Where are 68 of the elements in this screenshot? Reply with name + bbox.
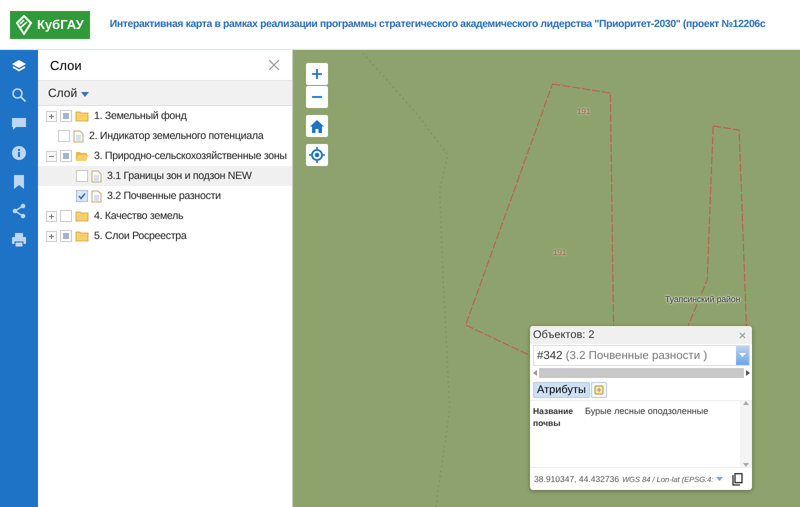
coordinates-text: 38.910347, 44.432736: [534, 474, 620, 484]
document-icon: [91, 170, 102, 182]
open-folder-icon: [75, 150, 89, 162]
tree-row[interactable]: 3.2 Почвенные разности: [38, 186, 292, 206]
parcel-label: 191: [553, 248, 566, 257]
checkbox[interactable]: [76, 190, 88, 202]
plus-icon: [311, 68, 323, 80]
checkbox[interactable]: [60, 230, 72, 242]
zoom-out-button[interactable]: [306, 86, 328, 108]
document-icon: [91, 190, 102, 202]
parcel-label: 191: [577, 107, 590, 116]
close-button[interactable]: [266, 57, 282, 73]
checkbox[interactable]: [60, 210, 72, 222]
close-icon: [268, 59, 280, 71]
expand-icon[interactable]: [46, 230, 57, 242]
bookmark-icon[interactable]: [11, 174, 27, 190]
tree-row[interactable]: 2. Индикатор земельного потенциала: [38, 126, 292, 146]
panel-title: Слои: [50, 58, 82, 72]
attribute-name: Название почвы: [533, 406, 574, 430]
folder-icon: [75, 110, 89, 122]
district-label: Туапсинский район: [665, 294, 740, 304]
caret-icon: [80, 92, 89, 97]
object-select[interactable]: #342 (3.2 Почвенные разности ): [533, 345, 750, 366]
popup-title: Объектов: 2: [533, 329, 595, 341]
layer-dropdown[interactable]: Слой: [48, 86, 89, 100]
checkbox[interactable]: [60, 150, 72, 162]
print-icon[interactable]: [11, 232, 27, 248]
layers-icon[interactable]: [11, 58, 27, 74]
expand-icon[interactable]: [46, 110, 57, 122]
page-title: Интерактивная карта в рамках реализации программы стратегического академического лидерства "Приоритет-2030" (проект №12206с: [110, 19, 766, 30]
checkbox[interactable]: [76, 170, 88, 182]
attributes-tab[interactable]: Атрибуты: [533, 382, 590, 398]
tree-row[interactable]: 5. Слои Росреестра: [38, 226, 292, 246]
caret-icon[interactable]: [716, 477, 724, 481]
leaf-icon: [16, 14, 32, 34]
attribute-value: Бурые лесные оподзоленные: [585, 406, 708, 418]
folder-icon: [75, 230, 89, 242]
share-icon[interactable]: [11, 203, 27, 219]
close-icon: [739, 332, 746, 338]
tree-row[interactable]: 3. Природно-сельскохозяйственные зоны: [38, 146, 292, 166]
comment-icon[interactable]: [11, 116, 27, 132]
horizontal-scrollbar[interactable]: [533, 368, 750, 378]
collapse-icon[interactable]: [46, 150, 57, 162]
dropdown-button[interactable]: [736, 346, 749, 365]
info-icon[interactable]: [11, 145, 27, 161]
logo-text: КубГАУ: [37, 17, 84, 32]
checkbox[interactable]: [60, 110, 72, 122]
checkbox[interactable]: [58, 130, 70, 142]
search-icon[interactable]: [11, 87, 27, 103]
document-icon: [73, 130, 84, 142]
scroll-left-icon[interactable]: [533, 370, 537, 376]
scroll-right-icon[interactable]: [746, 370, 750, 376]
close-button[interactable]: [739, 332, 746, 338]
home-icon: [310, 120, 324, 132]
home-button[interactable]: [306, 115, 328, 137]
scroll-down-icon[interactable]: [743, 463, 749, 467]
folder-icon: [75, 210, 89, 222]
scroll-up-icon[interactable]: [743, 401, 749, 405]
tree-row[interactable]: 4. Качество земель: [38, 206, 292, 226]
caret-icon: [739, 353, 746, 358]
expand-icon[interactable]: [46, 210, 57, 222]
tree-row[interactable]: 3.1 Границы зон и подзон NEW: [38, 166, 292, 186]
locate-button[interactable]: [306, 144, 328, 166]
zoom-in-button[interactable]: [306, 63, 328, 85]
tree-row[interactable]: 1. Земельный фонд: [38, 106, 292, 126]
target-icon: [309, 147, 325, 163]
copy-icon[interactable]: [732, 472, 744, 486]
vertical-scrollbar[interactable]: [740, 401, 752, 467]
